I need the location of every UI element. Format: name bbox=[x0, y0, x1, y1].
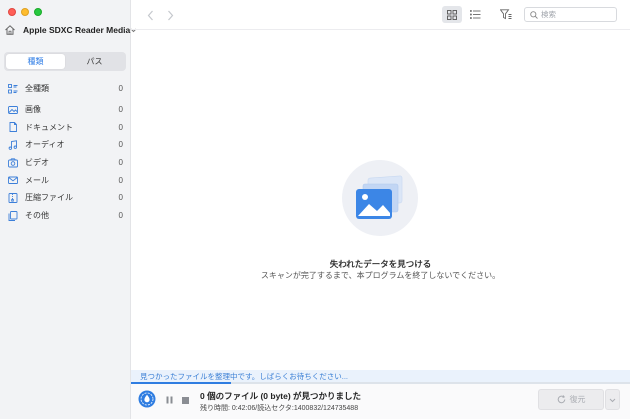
image-icon bbox=[8, 105, 18, 115]
category-label: メール bbox=[25, 175, 49, 185]
app-window: Apple SDXC Reader Media 種類 パス 全種類 0 画像 0… bbox=[0, 0, 630, 419]
view-mode-segmented-control: 種類 パス bbox=[4, 52, 126, 71]
filter-icon[interactable] bbox=[500, 8, 512, 20]
refresh-icon bbox=[557, 395, 566, 404]
minimize-window-button[interactable] bbox=[21, 8, 29, 16]
category-audio[interactable]: オーディオ 0 bbox=[0, 136, 131, 154]
category-image[interactable]: 画像 0 bbox=[0, 101, 131, 119]
document-icon bbox=[8, 122, 18, 133]
search-icon bbox=[529, 10, 538, 19]
category-label: オーディオ bbox=[25, 140, 65, 150]
category-other[interactable]: その他 0 bbox=[0, 207, 131, 225]
home-icon[interactable] bbox=[4, 23, 16, 37]
category-count: 0 bbox=[118, 211, 123, 221]
zoom-window-button[interactable] bbox=[34, 8, 42, 16]
other-icon bbox=[8, 210, 18, 221]
category-label: 全種類 bbox=[25, 84, 49, 94]
empty-state-title: 失われたデータを見つける bbox=[329, 259, 432, 269]
empty-state-subtitle: スキャンが完了するまで、本プログラムを終了しないでください。 bbox=[260, 271, 501, 280]
grid-view-icon[interactable] bbox=[442, 6, 462, 23]
scan-status-message: 見つかったファイルを整理中です。しばらくお待ちください... bbox=[140, 372, 348, 381]
top-toolbar bbox=[131, 0, 630, 30]
audio-icon bbox=[8, 140, 18, 150]
tab-type[interactable]: 種類 bbox=[6, 54, 65, 69]
scan-illustration-icon bbox=[342, 160, 418, 236]
category-archive[interactable]: 圧縮ファイル 0 bbox=[0, 189, 131, 207]
category-count: 0 bbox=[118, 140, 123, 150]
recover-label: 復元 bbox=[569, 395, 586, 404]
search-input[interactable] bbox=[541, 10, 611, 19]
category-count: 0 bbox=[118, 193, 123, 203]
navigation-buttons bbox=[145, 9, 175, 21]
recover-options-button[interactable] bbox=[605, 389, 620, 410]
sidebar: Apple SDXC Reader Media 種類 パス 全種類 0 画像 0… bbox=[0, 0, 137, 419]
category-label: 画像 bbox=[25, 105, 41, 115]
list-view-icon[interactable] bbox=[465, 6, 485, 23]
forward-arrow-icon[interactable] bbox=[165, 9, 175, 21]
all-types-icon bbox=[8, 83, 18, 94]
category-label: 圧縮ファイル bbox=[25, 193, 73, 203]
close-window-button[interactable] bbox=[8, 8, 16, 16]
category-count: 0 bbox=[118, 122, 123, 132]
category-label: ビデオ bbox=[25, 158, 49, 168]
mail-icon bbox=[8, 175, 18, 185]
category-list: 全種類 0 画像 0 ドキュメント 0 オーディオ 0 ビデオ 0 メール 0 … bbox=[0, 80, 131, 225]
search-box[interactable] bbox=[524, 7, 617, 22]
category-count: 0 bbox=[118, 158, 123, 168]
chevron-down-icon bbox=[609, 395, 616, 405]
stop-icon[interactable] bbox=[181, 396, 189, 404]
category-all[interactable]: 全種類 0 bbox=[0, 80, 131, 98]
category-label: ドキュメント bbox=[25, 122, 73, 132]
category-label: その他 bbox=[25, 211, 49, 221]
category-count: 0 bbox=[118, 175, 123, 185]
pause-icon[interactable] bbox=[165, 396, 173, 404]
video-icon bbox=[8, 157, 18, 168]
category-mail[interactable]: メール 0 bbox=[0, 171, 131, 189]
device-selector[interactable]: Apple SDXC Reader Media bbox=[4, 22, 137, 38]
device-name: Apple SDXC Reader Media bbox=[23, 25, 131, 35]
back-arrow-icon[interactable] bbox=[145, 9, 155, 21]
bottom-status-bar: 0 個のファイル (0 byte) が見つかりました 残り時間: 0:42:06… bbox=[131, 384, 630, 419]
archive-icon bbox=[8, 193, 18, 203]
category-count: 0 bbox=[118, 84, 123, 94]
category-count: 0 bbox=[118, 105, 123, 115]
category-document[interactable]: ドキュメント 0 bbox=[0, 118, 131, 136]
scan-detail-text: 残り時間: 0:42:06/読込セクタ:1400832/124735488 bbox=[200, 405, 359, 412]
scan-drop-icon bbox=[138, 390, 156, 408]
window-controls bbox=[8, 8, 42, 16]
view-toggle bbox=[442, 6, 485, 23]
recover-button[interactable]: 復元 bbox=[538, 389, 604, 410]
category-video[interactable]: ビデオ 0 bbox=[0, 154, 131, 172]
tab-path[interactable]: パス bbox=[65, 54, 124, 69]
files-found-text: 0 個のファイル (0 byte) が見つかりました bbox=[200, 391, 362, 401]
